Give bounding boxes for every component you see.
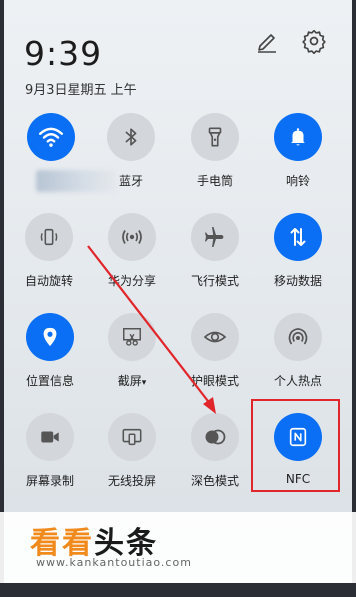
watermark-url: www.kankantoutiao.com	[36, 556, 192, 569]
annotation-arrow	[87, 245, 216, 414]
device-frame-bottom	[0, 583, 356, 597]
watermark-banner: 看看头条 www.kankantoutiao.com	[0, 512, 356, 583]
